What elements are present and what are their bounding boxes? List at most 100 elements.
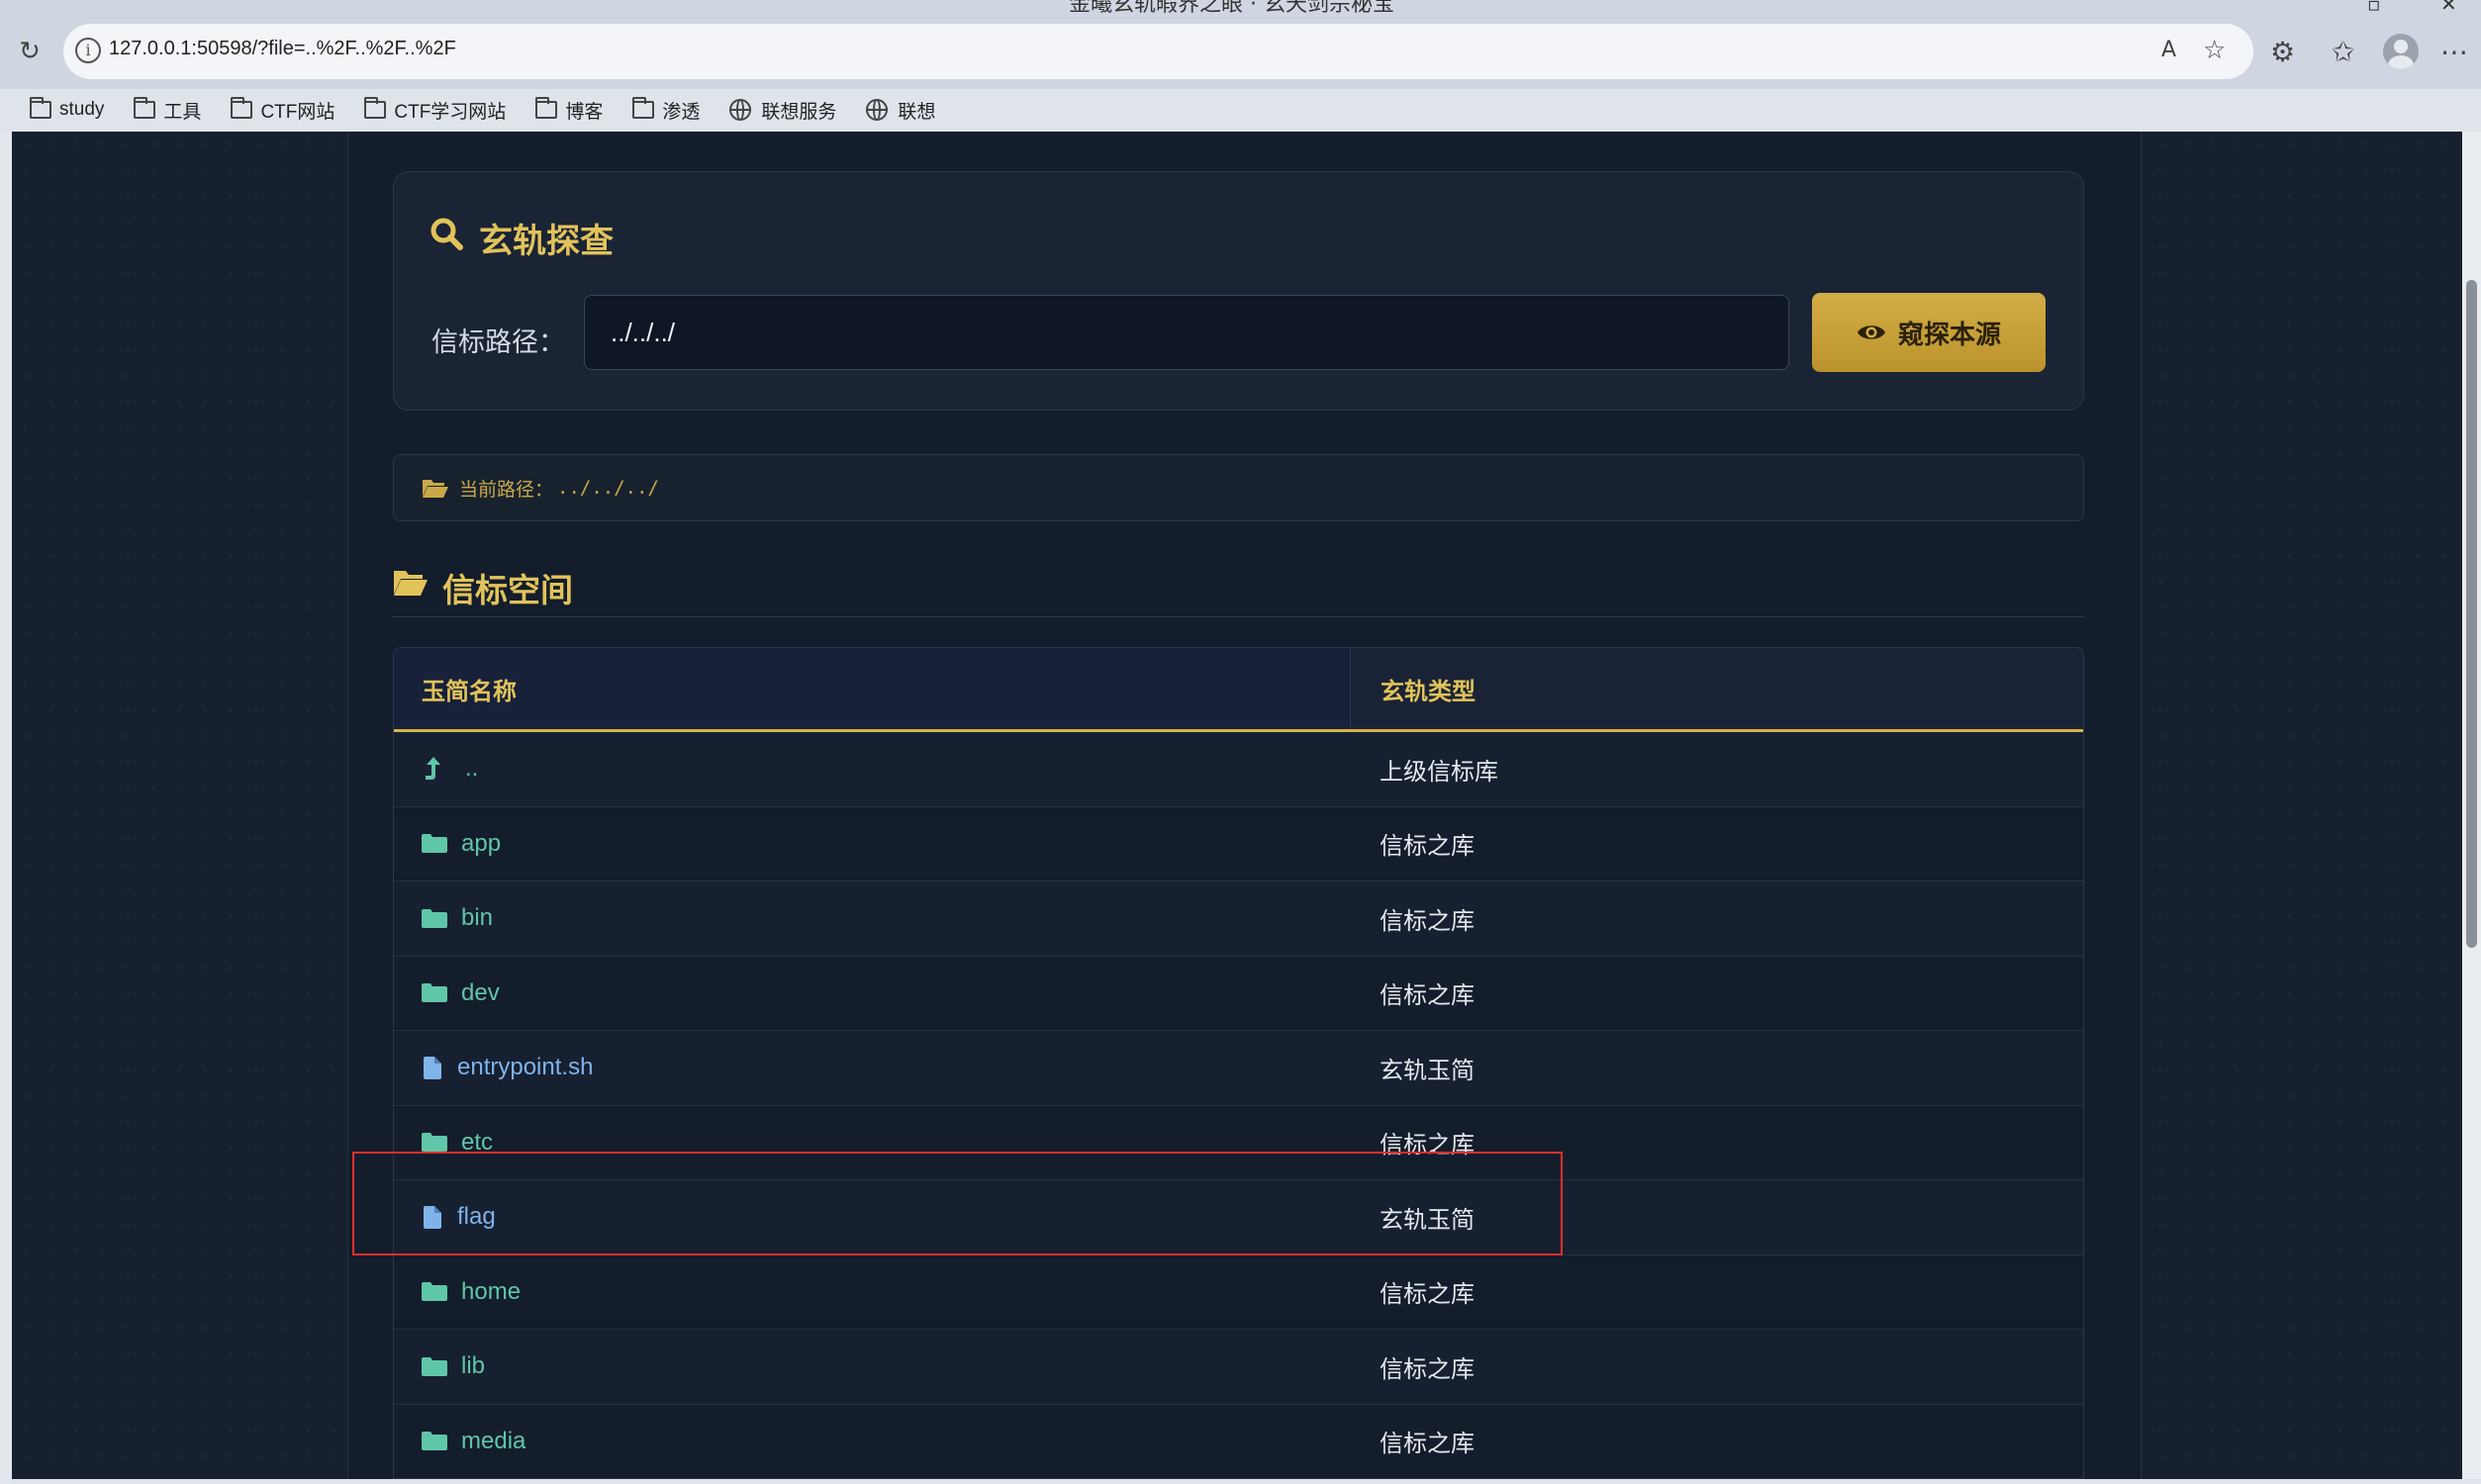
path-input[interactable] — [584, 295, 1789, 370]
name-cell[interactable]: bin — [394, 904, 1350, 932]
bookmark-item[interactable]: 渗透 — [632, 97, 700, 124]
folder-icon — [231, 97, 253, 119]
table-header: 玉简名称 玄轨类型 — [394, 648, 2083, 732]
window-titlebar: 金曦玄轨暇界之眼 · 玄天剑宗秘宝 ▫ ✕ — [0, 0, 2481, 14]
folder-open-icon — [423, 480, 448, 498]
close-window-icon[interactable]: ✕ — [2440, 0, 2457, 14]
eye-icon — [1857, 325, 1885, 339]
name-cell[interactable]: dev — [394, 979, 1350, 1007]
bookmark-item[interactable]: CTF网站 — [231, 97, 334, 124]
file-table: 玉简名称 玄轨类型 .. 上级信标库 app 信标之库 bin 信标之库 dev… — [393, 647, 2084, 1479]
bookmark-item[interactable]: 博客 — [535, 97, 603, 124]
folder-open-icon — [394, 571, 428, 596]
name-cell[interactable]: etc — [394, 1129, 1350, 1157]
name-cell[interactable]: entrypoint.sh — [394, 1054, 1350, 1081]
folder-icon — [422, 1282, 447, 1302]
favorites-icon[interactable]: ✩ — [2332, 36, 2354, 68]
browser-toolbar: ↻ i 127.0.0.1:50598/?file=..%2F..%2F..%2… — [0, 14, 2481, 89]
folder-icon — [422, 983, 447, 1003]
site-info-icon[interactable]: i — [75, 38, 101, 63]
current-path-label: 当前路径： — [459, 478, 554, 501]
probe-button-label: 窥探本源 — [1897, 320, 2001, 350]
entry-name-link[interactable]: lib — [461, 1352, 485, 1380]
table-row[interactable]: media 信标之库 — [394, 1404, 2083, 1479]
refresh-icon[interactable]: ↻ — [14, 36, 46, 67]
entry-name-link[interactable]: home — [461, 1278, 521, 1306]
type-cell: 信标之库 — [1380, 1354, 1475, 1383]
type-cell: 上级信标库 — [1380, 757, 1498, 786]
bookmark-item[interactable]: 工具 — [134, 97, 201, 124]
column-header-type: 玄轨类型 — [1350, 648, 2083, 729]
window-left-edge — [0, 132, 12, 1484]
globe-icon — [866, 99, 889, 121]
search-icon — [430, 218, 463, 250]
type-cell: 玄轨玉简 — [1380, 1056, 1475, 1084]
table-row[interactable]: etc 信标之库 — [394, 1105, 2083, 1180]
type-cell: 信标之库 — [1380, 832, 1475, 861]
type-cell: 信标之库 — [1380, 906, 1475, 935]
type-cell: 信标之库 — [1380, 1280, 1475, 1309]
table-row[interactable]: entrypoint.sh 玄轨玉简 — [394, 1031, 2083, 1106]
extensions-icon[interactable]: ⚙ — [2270, 36, 2295, 68]
name-cell[interactable]: flag — [394, 1203, 1350, 1231]
probe-button[interactable]: 窥探本源 — [1812, 293, 2046, 372]
name-cell[interactable]: media — [394, 1428, 1350, 1455]
page-viewport: 玄轨探查 信标路径： 窥探本源 当前路径： ../../../ — [12, 132, 2462, 1479]
entry-name-link[interactable]: entrypoint.sh — [457, 1054, 593, 1081]
folder-icon — [30, 97, 51, 119]
current-path-value: ../../../ — [557, 477, 659, 499]
level-up-icon — [426, 757, 440, 781]
type-cell: 信标之库 — [1380, 1430, 1475, 1458]
entry-name-link[interactable]: bin — [461, 904, 493, 932]
bookmark-item[interactable]: study — [30, 97, 104, 121]
table-body: .. 上级信标库 app 信标之库 bin 信标之库 dev 信标之库 entr… — [394, 732, 2083, 1479]
name-cell[interactable]: app — [394, 830, 1350, 858]
table-row[interactable]: dev 信标之库 — [394, 956, 2083, 1031]
address-bar[interactable]: i 127.0.0.1:50598/?file=..%2F..%2F..%2F … — [63, 24, 2253, 79]
bookmark-item[interactable]: 联想服务 — [729, 97, 836, 124]
bookmark-item[interactable]: CTF学习网站 — [364, 97, 506, 124]
entry-name-link[interactable]: flag — [457, 1203, 496, 1231]
entry-name-link[interactable]: app — [461, 830, 501, 858]
entry-name-link[interactable]: media — [461, 1428, 525, 1455]
name-cell[interactable]: home — [394, 1278, 1350, 1306]
name-cell[interactable]: .. — [394, 755, 1350, 783]
name-cell[interactable]: lib — [394, 1352, 1350, 1380]
restore-icon[interactable]: ▫ — [2367, 0, 2381, 14]
section-title: 信标空间 — [442, 571, 573, 609]
file-icon — [424, 1056, 441, 1079]
entry-name-link[interactable]: .. — [465, 755, 478, 783]
table-row[interactable]: lib 信标之库 — [394, 1330, 2083, 1405]
bookmark-item[interactable]: 联想 — [866, 97, 935, 124]
section-header: 信标空间 — [393, 564, 2084, 617]
table-row[interactable]: app 信标之库 — [394, 806, 2083, 881]
column-header-name: 玉简名称 — [394, 648, 1350, 729]
folder-icon — [535, 97, 558, 119]
file-icon — [424, 1205, 441, 1229]
table-row[interactable]: home 信标之库 — [394, 1254, 2083, 1330]
scrollbar-thumb[interactable] — [2466, 280, 2477, 948]
entry-name-link[interactable]: etc — [461, 1129, 493, 1157]
folder-icon — [422, 834, 447, 854]
read-aloud-icon[interactable]: A — [2161, 38, 2176, 62]
favorite-star-icon[interactable]: ☆ — [2203, 36, 2226, 65]
table-row[interactable]: .. 上级信标库 — [394, 732, 2083, 807]
page-scrollbar[interactable] — [2462, 132, 2481, 1479]
table-row[interactable]: flag 玄轨玉简 — [394, 1180, 2083, 1255]
entry-name-link[interactable]: dev — [461, 979, 500, 1007]
more-menu-icon[interactable]: ⋯ — [2440, 36, 2468, 68]
folder-icon — [422, 1356, 447, 1376]
search-card: 玄轨探查 信标路径： 窥探本源 — [393, 171, 2084, 411]
url-text[interactable]: 127.0.0.1:50598/?file=..%2F..%2F..%2F — [109, 38, 456, 60]
table-row[interactable]: bin 信标之库 — [394, 881, 2083, 957]
profile-avatar[interactable] — [2383, 34, 2419, 69]
main-container: 玄轨探查 信标路径： 窥探本源 当前路径： ../../../ — [347, 132, 2142, 1479]
folder-icon — [422, 1432, 447, 1451]
folder-icon — [422, 1133, 447, 1153]
current-path-bar: 当前路径： ../../../ — [393, 454, 2084, 521]
type-cell: 玄轨玉简 — [1380, 1205, 1475, 1234]
folder-icon — [364, 97, 387, 119]
bookmarks-bar: study 工具 CTF网站 CTF学习网站 博客 渗透 联想服务 联想 — [0, 89, 2481, 131]
folder-icon — [632, 97, 655, 119]
type-cell: 信标之库 — [1380, 1131, 1475, 1159]
